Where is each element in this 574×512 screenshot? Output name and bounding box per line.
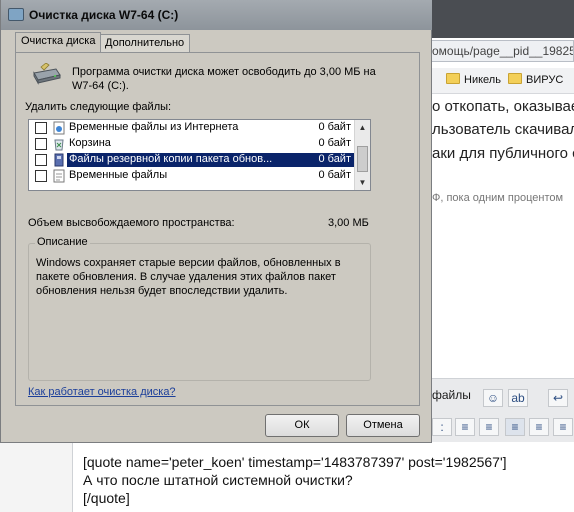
- bookmarks-bar: Никель ВИРУС: [432, 68, 574, 94]
- editor-list-button[interactable]: ≡: [455, 418, 475, 436]
- list-item-selected[interactable]: Файлы резервной копии пакета обнов... 0 …: [29, 152, 355, 168]
- address-bar[interactable]: омощь/page__pid__1982582__s: [432, 40, 574, 62]
- item-checkbox[interactable]: [35, 154, 47, 166]
- space-to-free-label: Объем высвобождаемого пространства:: [28, 217, 235, 229]
- list-item[interactable]: Временные файлы из Интернета 0 байт: [29, 120, 355, 136]
- align-left-button[interactable]: ≡: [505, 418, 525, 436]
- tab-disk-cleanup[interactable]: Очистка диска: [15, 32, 102, 52]
- item-checkbox[interactable]: [35, 138, 47, 150]
- post-text-line: льзователь скачивал: [432, 121, 574, 138]
- editor-sticker-button[interactable]: ☺: [483, 389, 503, 407]
- editor-undo-button[interactable]: ↩: [548, 389, 568, 407]
- folder-icon: [508, 73, 522, 84]
- drive-cleanup-icon: [33, 63, 61, 85]
- item-checkbox[interactable]: [35, 170, 47, 182]
- description-group: Описание Windows сохраняет старые версии…: [28, 236, 371, 381]
- post-text-line: аки для публичного ск: [432, 145, 574, 162]
- item-checkbox[interactable]: [35, 122, 47, 134]
- list-scrollbar[interactable]: ▲ ▼: [354, 120, 370, 190]
- list-item[interactable]: Корзина 0 байт: [29, 136, 355, 152]
- editor-spellcheck-button[interactable]: ab: [508, 389, 528, 407]
- internet-files-icon: [53, 121, 65, 135]
- editor-line: А что после штатной системной очистки?: [83, 472, 353, 488]
- recycle-bin-icon: [54, 139, 64, 151]
- folder-icon: [446, 73, 460, 84]
- files-list-label: Удалить следующие файлы:: [25, 101, 172, 113]
- disk-cleanup-icon: [8, 8, 24, 21]
- scroll-up-icon[interactable]: ▲: [355, 120, 370, 135]
- address-text: омощь/page__pid__1982582__s: [432, 44, 573, 58]
- align-center-button[interactable]: ≡: [529, 418, 549, 436]
- ok-button[interactable]: ОК: [265, 414, 339, 437]
- description-text: Windows сохраняет старые версии файлов, …: [36, 257, 341, 297]
- help-link[interactable]: Как работает очистка диска?: [28, 386, 176, 398]
- editor-files-button[interactable]: файлы: [432, 388, 471, 402]
- tab-panel: Программа очистки диска может освободить…: [15, 52, 420, 406]
- editor-list-button[interactable]: ≡: [479, 418, 499, 436]
- editor-line: [quote name='peter_koen' timestamp='1483…: [83, 454, 507, 470]
- align-right-button[interactable]: ≡: [553, 418, 573, 436]
- editor-textarea[interactable]: [quote name='peter_koen' timestamp='1483…: [72, 443, 574, 512]
- disk-cleanup-dialog: Очистка диска W7-64 (C:) Очистка диска Д…: [0, 0, 432, 443]
- post-text-line: о откопать, оказывае: [432, 98, 574, 115]
- dialog-titlebar[interactable]: Очистка диска W7-64 (C:): [1, 0, 432, 30]
- scroll-down-icon[interactable]: ▼: [355, 175, 370, 190]
- cancel-button[interactable]: Отмена: [346, 414, 420, 437]
- post-meta: Ф, пока одним процентом: [432, 192, 564, 204]
- space-to-free-value: 3,00 МБ: [328, 217, 369, 229]
- page-margin: [0, 443, 72, 512]
- bookmark-virus[interactable]: ВИРУС: [508, 73, 563, 86]
- files-to-delete-list[interactable]: Временные файлы из Интернета 0 байт Корз…: [28, 119, 371, 191]
- description-title: Описание: [35, 236, 90, 248]
- editor-line: [/quote]: [83, 490, 130, 506]
- intro-text: Программа очистки диска может освободить…: [72, 66, 376, 92]
- editor-button[interactable]: :: [432, 418, 452, 436]
- dialog-title: Очистка диска W7-64 (C:): [29, 8, 179, 22]
- list-item[interactable]: Временные файлы 0 байт: [29, 168, 355, 184]
- tab-more-options[interactable]: Дополнительно: [99, 34, 191, 52]
- bookmark-nickel[interactable]: Никель: [446, 73, 501, 86]
- scroll-thumb[interactable]: [357, 146, 368, 172]
- backup-files-icon: [54, 153, 64, 167]
- temp-files-icon: [53, 169, 65, 183]
